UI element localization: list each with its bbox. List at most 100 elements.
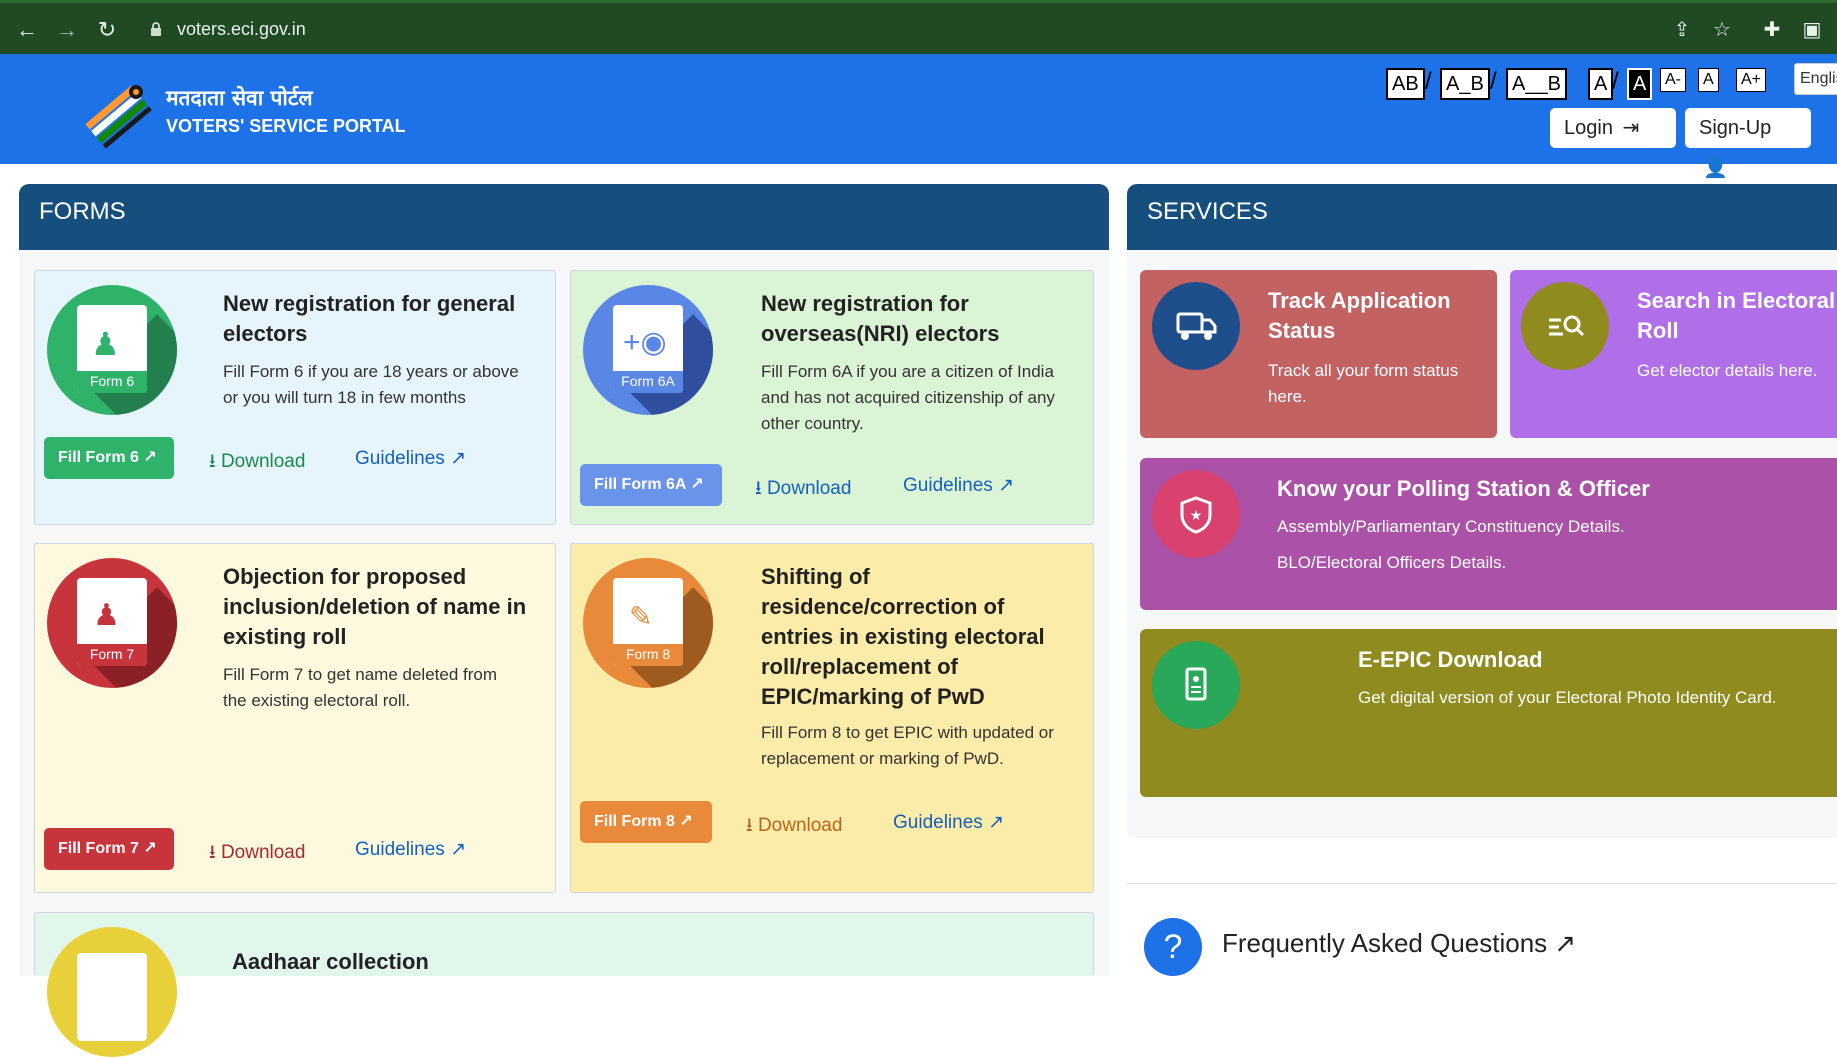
form8-guidelines-link[interactable]: Guidelines ↗ [893, 811, 1004, 834]
fill-form7-button[interactable]: Fill Form 7 ↗ [44, 828, 174, 870]
language-select[interactable]: English [1794, 63, 1837, 95]
form7-guidelines-link[interactable]: Guidelines ↗ [355, 838, 466, 861]
download-icon: ⭳ [209, 451, 216, 472]
form6a-desc: Fill Form 6A if you are a citizen of Ind… [761, 362, 1055, 433]
form6-icon: ♟ Form 6 [47, 285, 177, 415]
id-card-icon [1152, 641, 1240, 729]
form8-icon: ✎ Form 8 [583, 558, 713, 688]
form8-title: Shifting of residence/correction of entr… [761, 564, 1045, 709]
form6-download-link[interactable]: ⭳ Download [209, 447, 305, 479]
site-header: मतदाता सेवा पोर्टल VOTERS' SERVICE PORTA… [0, 54, 1837, 179]
add-person-icon: ♟ [91, 326, 120, 362]
contrast-dark-button[interactable]: A [1627, 68, 1653, 100]
form6-guidelines-link[interactable]: Guidelines ↗ [355, 447, 466, 470]
aadhaar-icon [47, 927, 177, 1057]
fill-form8-button[interactable]: Fill Form 8 ↗ [580, 801, 712, 843]
add-globe-icon: +◉ [623, 326, 667, 359]
fill-form6-button[interactable]: Fill Form 6 ↗ [44, 437, 174, 479]
separator: / [1490, 68, 1497, 95]
signup-label: Sign-Up [1699, 117, 1772, 139]
polling-title: Know your Polling Station & Officer [1277, 476, 1650, 501]
star-icon[interactable]: ☆ [1710, 18, 1734, 42]
form8-download-link[interactable]: ⭳ Download [746, 811, 842, 843]
external-arrow-icon: ↗ [988, 812, 1004, 833]
track-desc: Track all your form status here. [1268, 361, 1459, 406]
polling-station-card[interactable]: ★ Know your Polling Station & Officer As… [1140, 458, 1837, 610]
form6a-icon: +◉ Form 6A [583, 285, 713, 415]
truck-icon [1152, 282, 1240, 370]
shield-star-icon: ★ [1152, 470, 1240, 558]
aadhaar-title: Aadhaar collection [232, 949, 429, 974]
track-title: Track Application Status [1268, 288, 1451, 343]
form6a-download-link[interactable]: ⭳ Download [755, 474, 851, 506]
services-heading: SERVICES [1147, 198, 1268, 225]
address-bar[interactable]: voters.eci.gov.in [177, 19, 306, 40]
epic-desc: Get digital version of your Electoral Ph… [1358, 688, 1777, 707]
search-desc: Get elector details here. [1637, 361, 1818, 380]
aadhaar-card: Aadhaar collection [34, 912, 1094, 1057]
external-arrow-icon: ↗ [450, 448, 466, 469]
signup-button[interactable]: Sign-Up 👤 [1685, 108, 1811, 179]
external-arrow-icon: ↗ [143, 449, 157, 466]
form7-download-link[interactable]: ⭳ Download [209, 838, 305, 870]
form6-title: New registration for general electors [223, 291, 516, 346]
fill-form6a-button[interactable]: Fill Form 6A ↗ [580, 464, 722, 506]
track-application-card[interactable]: Track Application Status Track all your … [1140, 270, 1497, 438]
e-epic-download-card[interactable]: E-EPIC Download Get digital version of y… [1140, 629, 1837, 797]
form8-card: ✎ Form 8 Shifting of residence/correctio… [570, 543, 1094, 893]
login-icon: ⇥ [1622, 117, 1640, 139]
faq-link[interactable]: Frequently Asked Questions ↗ [1222, 928, 1576, 959]
search-title: Search in Electoral Roll [1637, 288, 1836, 343]
spacing-normal-button[interactable]: AB [1386, 68, 1425, 100]
external-arrow-icon: ↗ [690, 476, 704, 493]
spacing-medium-button[interactable]: A_B [1440, 68, 1490, 100]
faq-section: ? Frequently Asked Questions ↗ [1127, 883, 1837, 983]
epic-title: E-EPIC Download [1358, 647, 1543, 672]
back-arrow-icon[interactable]: ← [14, 17, 40, 43]
external-arrow-icon: ↗ [998, 475, 1014, 496]
question-icon: ? [1144, 918, 1202, 976]
search-list-icon [1521, 282, 1609, 370]
font-larger-button[interactable]: A+ [1736, 68, 1767, 92]
separator: / [1612, 68, 1619, 95]
external-arrow-icon: ↗ [450, 839, 466, 860]
login-label: Login [1564, 117, 1613, 139]
search-electoral-roll-card[interactable]: Search in Electoral Roll Get elector det… [1510, 270, 1837, 438]
remove-person-icon: ♟ [93, 599, 120, 632]
share-icon[interactable]: ⇪ [1670, 18, 1694, 42]
font-normal-button[interactable]: A [1698, 68, 1719, 92]
portal-title-english: VOTERS' SERVICE PORTAL [166, 116, 406, 136]
separator: / [1425, 68, 1432, 95]
reload-icon[interactable]: ↻ [94, 17, 120, 43]
forms-panel-header: FORMS [19, 184, 1109, 250]
form7-icon: ♟ Form 7 [47, 558, 177, 688]
services-panel-header: SERVICES [1127, 184, 1837, 250]
external-arrow-icon: ↗ [679, 813, 693, 830]
contrast-light-button[interactable]: A [1588, 68, 1614, 100]
font-smaller-button[interactable]: A- [1660, 68, 1686, 92]
form8-desc: Fill Form 8 to get EPIC with updated or … [761, 723, 1054, 768]
form6-desc: Fill Form 6 if you are 18 years or above… [223, 362, 519, 407]
download-icon: ⭳ [755, 478, 762, 499]
edit-document-icon: ✎ [629, 601, 653, 632]
form7-card: ♟ Form 7 Objection for proposed inclusio… [34, 543, 556, 893]
form6-card: ♟ Form 6 New registration for general el… [34, 270, 556, 525]
side-panel-icon[interactable]: ▣ [1800, 18, 1824, 42]
form7-desc: Fill Form 7 to get name deleted from the… [223, 665, 498, 710]
external-arrow-icon: ↗ [143, 840, 157, 857]
form6a-guidelines-link[interactable]: Guidelines ↗ [903, 474, 1014, 497]
svg-text:★: ★ [1190, 508, 1203, 524]
forward-arrow-icon[interactable]: → [54, 17, 80, 43]
download-icon: ⭳ [746, 815, 753, 836]
external-arrow-icon: ↗ [1554, 928, 1577, 958]
form7-title: Objection for proposed inclusion/deletio… [223, 564, 527, 649]
browser-toolbar: ← → ↻ voters.eci.gov.in ⇪ ☆ ✚ ▣ [0, 0, 1837, 54]
spacing-large-button[interactable]: A__B [1506, 68, 1567, 100]
puzzle-icon[interactable]: ✚ [1760, 18, 1784, 42]
form6a-card: +◉ Form 6A New registration for overseas… [570, 270, 1094, 525]
lock-icon[interactable] [150, 21, 162, 37]
login-button[interactable]: Login ⇥ [1550, 108, 1676, 148]
eci-logo-icon[interactable] [78, 78, 154, 150]
download-icon: ⭳ [209, 842, 216, 863]
form6a-title: New registration for overseas(NRI) elect… [761, 291, 1000, 346]
